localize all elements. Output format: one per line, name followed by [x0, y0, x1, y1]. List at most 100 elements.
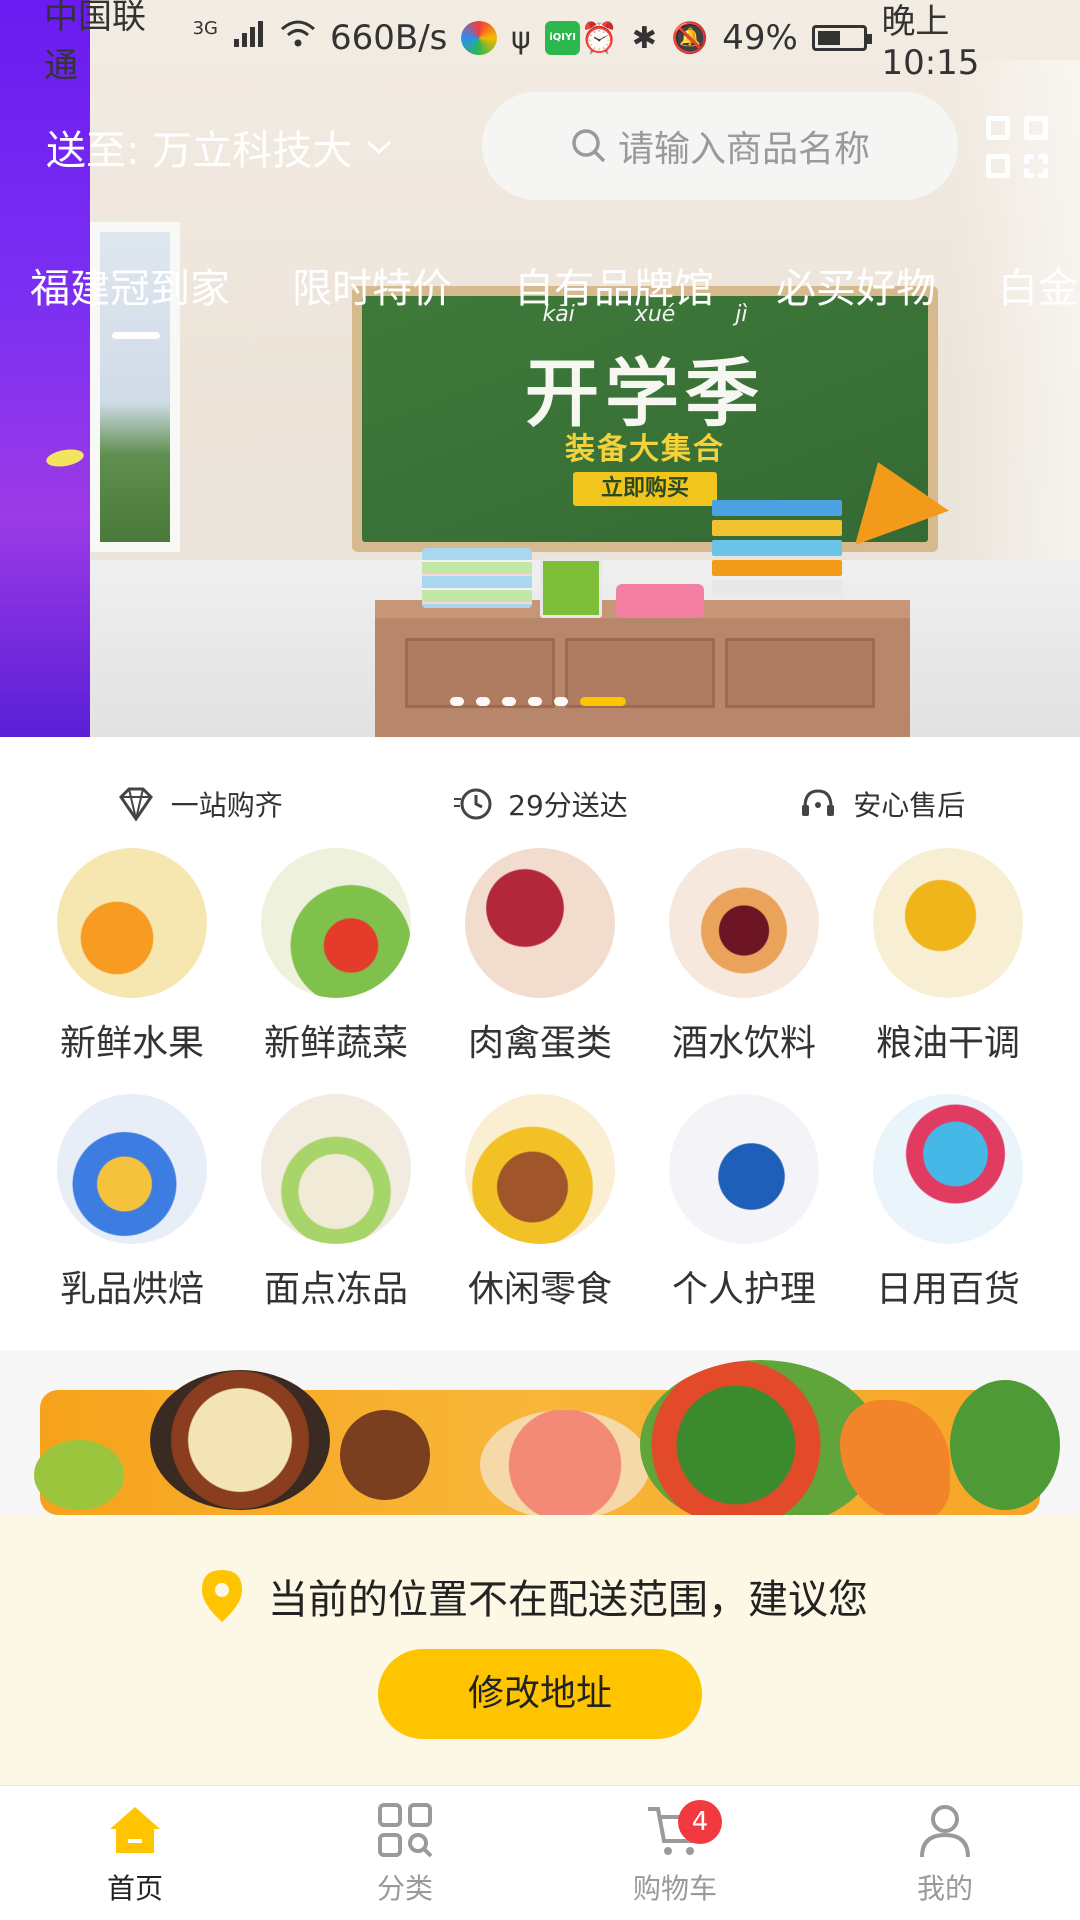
category-grain-oil[interactable]: 粮油干调: [846, 848, 1050, 1066]
nav-category[interactable]: 分类: [270, 1786, 540, 1920]
grapes-illustration: [34, 1440, 124, 1510]
snacks-image: [465, 1094, 615, 1244]
tab-own-brand[interactable]: 自有品牌馆: [514, 256, 714, 314]
feature-one-stop: 一站购齐: [115, 783, 283, 825]
side-slide-preview: [0, 0, 90, 737]
clock: 晚上10:15: [881, 1, 980, 83]
nav-label: 购物车: [632, 1872, 717, 1905]
personal-care-image: [669, 1094, 819, 1244]
frozen-image: [261, 1094, 411, 1244]
mute-icon: 🔕: [670, 20, 709, 56]
notice-text: 当前的位置不在配送范围，建议您: [268, 1577, 868, 1623]
category-label: 日用百货: [875, 1269, 1020, 1310]
daily-goods-image: [873, 1094, 1023, 1244]
nav-label: 分类: [376, 1872, 433, 1905]
tab-must-buy[interactable]: 必买好物: [776, 256, 936, 314]
category-snacks[interactable]: 休闲零食: [438, 1094, 642, 1312]
carousel-dot[interactable]: [450, 697, 464, 706]
category-label: 新鲜蔬菜: [263, 1023, 408, 1064]
nav-home[interactable]: 首页: [0, 1786, 270, 1920]
signal-bars-icon: [232, 19, 266, 57]
feature-label: 安心售后: [853, 789, 966, 822]
carousel-dot[interactable]: [502, 697, 516, 706]
carousel-dot-active[interactable]: [580, 697, 626, 706]
package-illustration: [540, 558, 602, 618]
category-personal-care[interactable]: 个人护理: [642, 1094, 846, 1312]
bottom-nav: 首页 分类 购物车 4 我的: [0, 1785, 1080, 1920]
nav-label: 首页: [106, 1872, 163, 1905]
feature-label: 一站购齐: [170, 789, 283, 822]
diamond-icon: [118, 787, 153, 822]
usb-icon: ψ: [511, 20, 531, 56]
wifi-icon: [280, 19, 316, 57]
channel-tabs: 福建冠到家 限时特价 自有品牌馆 必买好物 白金: [30, 256, 1078, 314]
signal-icon: 3G: [192, 17, 218, 39]
qr-scan-icon[interactable]: [986, 116, 1048, 178]
nav-cart[interactable]: 购物车 4: [540, 1786, 810, 1920]
network-speed: 660B/s: [330, 18, 448, 58]
promo-banner[interactable]: [0, 1350, 1080, 1515]
banner-buy-button[interactable]: 立即购买: [573, 472, 717, 506]
chevron-down-icon: [367, 140, 392, 155]
category-drinks[interactable]: 酒水饮料: [642, 848, 846, 1066]
carousel-dot[interactable]: [554, 697, 568, 706]
delivery-clock-icon: [454, 788, 492, 820]
feature-after-sales: 安心售后: [797, 783, 965, 825]
home-icon: [110, 1807, 160, 1853]
dairy-image: [57, 1094, 207, 1244]
service-features: 一站购齐 29分送达 安心售后: [0, 778, 1080, 830]
delivery-address-selector[interactable]: 送至: 万立科技大: [46, 118, 394, 176]
headset-icon: [802, 789, 835, 816]
drinks-image: [669, 848, 819, 998]
tab-flash-sale[interactable]: 限时特价: [292, 256, 452, 314]
nav-label: 我的: [916, 1872, 973, 1905]
category-fresh-fruit[interactable]: 新鲜水果: [30, 848, 234, 1066]
search-input[interactable]: 请输入商品名称: [482, 92, 958, 200]
nav-profile[interactable]: 我的: [810, 1786, 1080, 1920]
pomelo-illustration: [480, 1410, 650, 1515]
status-bar: 中国联通 3G 660B/s ψ iQIYI ⏰ ✱ 🔕 49% 晚上10:15: [0, 0, 1080, 86]
meat-image: [465, 848, 615, 998]
change-address-button[interactable]: 修改地址: [378, 1649, 702, 1739]
category-label: 新鲜水果: [59, 1023, 204, 1064]
category-label: 乳品烘焙: [59, 1269, 204, 1310]
bluetooth-icon: ✱: [631, 20, 657, 56]
noodle-bowl-illustration: [150, 1370, 330, 1510]
user-icon: [920, 1805, 970, 1858]
carrier-label: 中国联通: [44, 0, 146, 86]
battery-icon: [811, 25, 872, 51]
category-frozen[interactable]: 面点冻品: [234, 1094, 438, 1312]
grain-oil-image: [873, 848, 1023, 998]
search-placeholder: 请输入商品名称: [617, 129, 870, 170]
cart-count-badge: 4: [678, 1800, 722, 1844]
browser-app-icon: [461, 21, 498, 55]
category-fresh-vegetables[interactable]: 新鲜蔬菜: [234, 848, 438, 1066]
towels-illustration: [422, 548, 532, 608]
tab-fujian[interactable]: 福建冠到家: [30, 256, 230, 314]
category-dairy-bakery[interactable]: 乳品烘焙: [30, 1094, 234, 1312]
battery-percent: 49%: [722, 18, 798, 58]
category-label: 肉禽蛋类: [467, 1023, 612, 1064]
desk-illustration: [375, 600, 910, 737]
banner-subtitle: 装备大集合: [565, 432, 725, 467]
address-label: 送至: 万立科技大: [46, 128, 353, 174]
location-pin-icon: [202, 1570, 242, 1622]
carousel-dot[interactable]: [476, 697, 490, 706]
iqiyi-app-icon: iQIYI: [544, 21, 581, 55]
grid-search-icon: [378, 1803, 433, 1858]
tab-platinum[interactable]: 白金: [998, 256, 1078, 314]
carousel-dots: [450, 697, 626, 706]
category-label: 酒水饮料: [671, 1023, 816, 1064]
category-label: 个人护理: [671, 1269, 816, 1310]
vegetables-image: [261, 848, 411, 998]
books-illustration: [712, 500, 842, 600]
carousel-dot[interactable]: [528, 697, 542, 706]
fruit-image: [57, 848, 207, 998]
pencil-case-illustration: [616, 584, 704, 618]
delivery-range-notice: 当前的位置不在配送范围，建议您 修改地址: [0, 1515, 1080, 1785]
category-meat-eggs[interactable]: 肉禽蛋类: [438, 848, 642, 1066]
desk-drawer: [725, 638, 875, 708]
feature-label: 29分送达: [508, 789, 628, 822]
category-daily-goods[interactable]: 日用百货: [846, 1094, 1050, 1312]
search-icon: [572, 129, 606, 163]
